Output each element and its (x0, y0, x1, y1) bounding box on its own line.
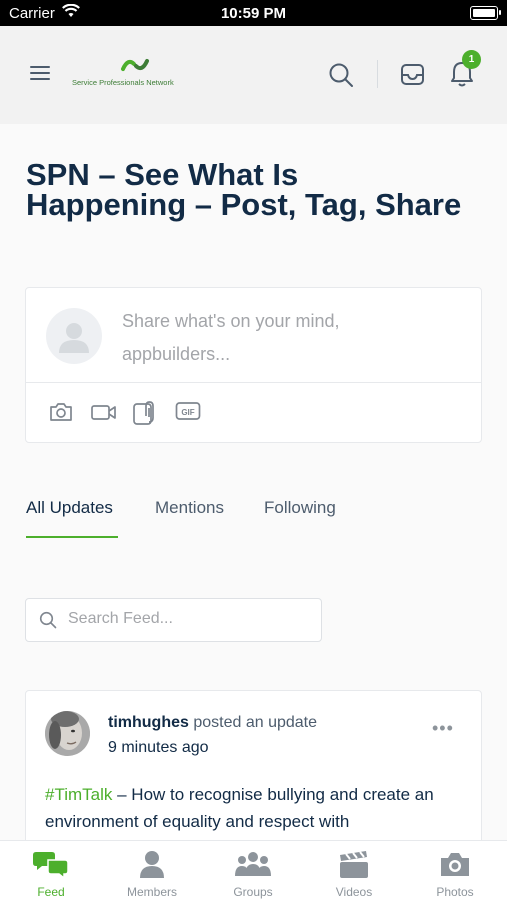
inbox-icon[interactable] (400, 62, 426, 93)
logo[interactable]: Service Professionals Network (72, 56, 194, 92)
attachment-icon[interactable] (132, 400, 158, 431)
post-action: posted an update (188, 714, 317, 731)
search-icon[interactable] (328, 62, 354, 93)
status-bar: Carrier 10:59 PM (0, 0, 507, 26)
video-icon[interactable] (90, 400, 118, 429)
nav-members-label: Members (126, 885, 177, 899)
person-icon (140, 851, 164, 878)
battery-icon (470, 6, 501, 20)
nav-members[interactable]: Members (112, 849, 192, 899)
nav-photos-label: Photos (436, 885, 474, 899)
feed-tabs: All Updates Mentions Following (26, 498, 481, 540)
gif-icon[interactable]: GIF (175, 400, 201, 427)
nav-videos-label: Videos (335, 885, 373, 899)
chat-bubbles-icon (33, 852, 69, 879)
post-composer[interactable]: Share what's on your mind, appbuilders..… (25, 287, 482, 443)
search-icon (39, 611, 57, 634)
gif-label: GIF (181, 408, 194, 417)
tab-mentions[interactable]: Mentions (155, 498, 224, 518)
nav-feed-label: Feed (37, 885, 65, 899)
tab-following[interactable]: Following (264, 498, 336, 518)
post-content: #TimTalk – How to recognise bullying and… (45, 781, 465, 835)
more-options-icon[interactable]: ••• (432, 718, 454, 739)
clock: 10:59 PM (220, 5, 287, 22)
logo-mark-icon (121, 59, 149, 71)
nav-groups[interactable]: Groups (213, 849, 293, 899)
camera-icon (441, 853, 469, 876)
nav-groups-label: Groups (233, 885, 273, 899)
post-timestamp[interactable]: 9 minutes ago (108, 739, 209, 757)
page-title: SPN – See What Is Happening – Post, Tag,… (26, 157, 462, 222)
header-divider (377, 60, 378, 88)
post-author-name[interactable]: timhughes (108, 714, 189, 731)
user-avatar (46, 308, 102, 364)
post-author-avatar[interactable] (45, 711, 90, 756)
nav-photos[interactable]: Photos (415, 849, 495, 899)
group-icon (235, 852, 271, 876)
composer-placeholder[interactable]: Share what's on your mind, appbuilders..… (122, 305, 422, 371)
search-feed[interactable] (25, 598, 322, 642)
nav-videos[interactable]: Videos (314, 849, 394, 899)
composer-divider (26, 382, 481, 383)
tab-all-updates[interactable]: All Updates (26, 498, 113, 518)
notification-badge: 1 (462, 50, 481, 69)
clapperboard-icon (340, 851, 368, 878)
app-header: Service Professionals Network (0, 26, 507, 124)
active-tab-indicator (26, 536, 118, 538)
post-meta: timhughes posted an update (108, 714, 317, 732)
activity-post: timhughes posted an update 9 minutes ago… (25, 690, 482, 862)
logo-text: Service Professionals Network (72, 78, 174, 87)
camera-icon[interactable] (48, 400, 74, 429)
bottom-navigation: Feed Members Groups Videos Photos (0, 840, 507, 901)
post-hashtag[interactable]: #TimTalk (45, 785, 112, 804)
nav-feed[interactable]: Feed (11, 849, 91, 899)
hamburger-menu-icon[interactable] (30, 66, 50, 80)
search-feed-input[interactable] (68, 608, 308, 630)
